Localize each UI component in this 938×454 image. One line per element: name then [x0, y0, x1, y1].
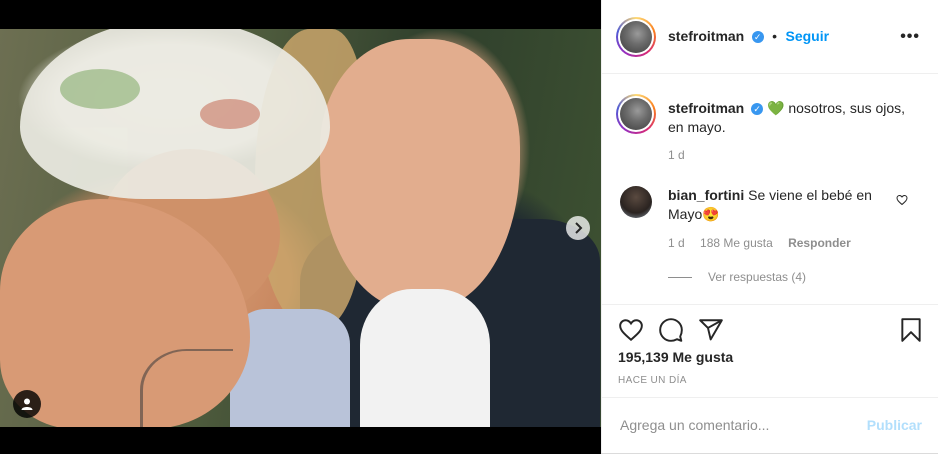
post-timestamp[interactable]: HACE UN DÍA [618, 375, 687, 386]
comment-time[interactable]: 1 d [668, 236, 685, 250]
green-heart-emoji: 💚 [767, 100, 785, 116]
post-actions: 195,139 Me gusta HACE UN DÍA [602, 304, 938, 399]
next-image-button[interactable] [566, 216, 590, 240]
reply-button[interactable]: Responder [788, 236, 851, 250]
author-avatar[interactable] [616, 17, 656, 57]
caption-author-avatar[interactable] [616, 94, 656, 134]
post-sidebar: stefroitman ✓ • Seguir ••• stefroitman ✓… [601, 0, 938, 453]
comments-section: stefroitman ✓ 💚 nosotros, sus ojos, en m… [602, 74, 938, 304]
separator-dot: • [772, 28, 778, 44]
heart-eyes-emoji: 😍 [702, 206, 720, 222]
post-media [0, 0, 601, 454]
caption-time[interactable]: 1 d [668, 148, 685, 162]
commenter-avatar[interactable] [620, 186, 652, 218]
tagged-user-button[interactable] [13, 390, 41, 418]
author-username[interactable]: stefroitman [668, 28, 744, 44]
view-replies-label: Ver respuestas (4) [708, 270, 807, 284]
comment-likes[interactable]: 188 Me gusta [700, 236, 773, 250]
chevron-right-icon [575, 222, 583, 234]
caption: stefroitman ✓ 💚 nosotros, sus ojos, en m… [668, 99, 918, 137]
user-icon [21, 398, 33, 410]
verified-badge-icon: ✓ [751, 103, 764, 116]
heart-icon[interactable] [618, 317, 644, 343]
likes-count[interactable]: 195,139 Me gusta [618, 349, 733, 365]
comment: bian_fortini Se viene el bebé en Mayo😍 [668, 186, 896, 224]
like-comment-icon[interactable] [896, 194, 908, 209]
comment-meta: 1 d 188 Me gusta Responder [668, 236, 863, 250]
more-options-icon[interactable]: ••• [900, 28, 920, 46]
add-comment-bar: Publicar [602, 397, 938, 454]
replies-divider [668, 277, 692, 279]
view-replies-button[interactable]: Ver respuestas (4) [668, 270, 806, 284]
comment-icon[interactable] [658, 317, 684, 343]
post-header: stefroitman ✓ • Seguir ••• [602, 0, 938, 74]
follow-button[interactable]: Seguir [786, 28, 830, 44]
publish-button[interactable]: Publicar [867, 417, 922, 433]
comment-input[interactable] [618, 416, 852, 434]
bookmark-icon[interactable] [898, 317, 924, 343]
verified-badge-icon: ✓ [751, 30, 764, 43]
commenter-username[interactable]: bian_fortini [668, 187, 744, 203]
caption-username[interactable]: stefroitman [668, 100, 744, 116]
post-photo[interactable] [0, 29, 601, 427]
share-icon[interactable] [698, 317, 724, 343]
